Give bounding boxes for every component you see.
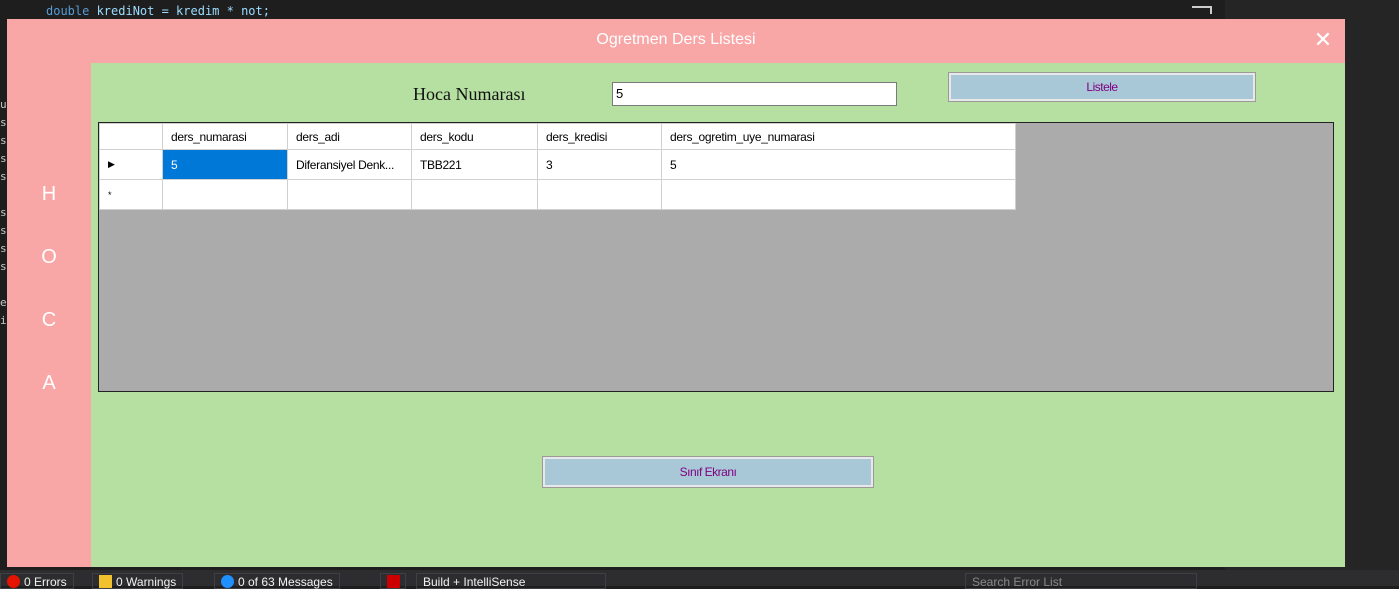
code-keyword: double [46,4,90,18]
ogretmen-form-window: Ogretmen Ders Listesi ✕ H O C A Hoca Num… [7,19,1345,567]
title-bar[interactable]: Ogretmen Ders Listesi ✕ [7,19,1345,63]
scroll-marker-icon [1192,6,1212,14]
grid-cell[interactable]: 3 [537,149,662,180]
grid-cell-text: Diferansiyel Denk... [296,157,395,172]
grid-cell[interactable] [537,179,662,210]
grid-table: ders_numarasi ders_adi ders_kodu ders_kr… [99,123,1016,210]
grid-cell[interactable] [411,179,538,210]
code-line: double krediNot = kredim * not; [46,4,270,18]
messages-filter-button[interactable]: 0 of 63 Messages [214,573,340,589]
grid-cell[interactable]: 5 [661,149,1016,180]
grid-cell[interactable]: 5 [162,149,288,180]
filter-clear-icon [387,575,400,588]
ders-data-grid[interactable]: ders_numarasi ders_adi ders_kodu ders_kr… [98,122,1334,392]
warnings-filter-button[interactable]: 0 Warnings [92,573,184,589]
errors-filter-button[interactable]: 0 Errors [0,573,74,589]
grid-cell[interactable] [287,179,412,210]
grid-cell[interactable] [661,179,1016,210]
side-letter-o: O [41,246,57,268]
window-title: Ogretmen Ders Listesi [596,31,756,48]
side-letter-strip: H O C A [7,63,91,567]
table-row[interactable]: ▶ 5 Diferansiyel Denk... TBB221 3 5 [99,149,1016,180]
row-header-corner [99,123,163,150]
grid-header-row: ders_numarasi ders_adi ders_kodu ders_kr… [99,123,1016,150]
column-header[interactable]: ders_kredisi [537,123,662,150]
grid-cell[interactable]: TBB221 [411,149,538,180]
clear-filter-button[interactable] [380,573,406,589]
hoca-numarasi-label: Hoca Numarası [413,84,526,104]
close-icon[interactable]: ✕ [1309,27,1337,55]
new-row-indicator-icon[interactable]: * [99,179,163,210]
column-header[interactable]: ders_kodu [411,123,538,150]
listele-button[interactable]: Listele [948,72,1256,102]
side-letter-h: H [41,183,57,205]
grid-cell[interactable]: Diferansiyel Denk... [287,149,412,180]
error-list-toolbar: 0 Errors 0 Warnings 0 of 63 Messages Bui… [0,570,1399,589]
current-row-indicator-icon[interactable]: ▶ [99,149,163,180]
column-header[interactable]: ders_numarasi [162,123,288,150]
column-header[interactable]: ders_ogretim_uye_numarasi [661,123,1016,150]
build-scope-dropdown[interactable]: Build + IntelliSense [416,573,606,589]
error-list-search-input[interactable]: Search Error List [965,573,1197,589]
sinif-ekrani-button[interactable]: Sınıf Ekranı [542,456,874,488]
error-icon [7,575,20,588]
table-row-new[interactable]: * [99,179,1016,210]
info-icon [221,575,234,588]
side-letter-c: C [41,309,57,331]
column-header[interactable]: ders_adi [287,123,412,150]
content-panel: Hoca Numarası 5 Listele ders_numarasi de… [91,63,1345,567]
side-letter-a: A [42,372,56,394]
code-text: krediNot = kredim * not; [89,4,270,18]
grid-cell[interactable] [162,179,288,210]
hoca-numarasi-input[interactable]: 5 [612,82,897,106]
warning-icon [99,575,112,588]
